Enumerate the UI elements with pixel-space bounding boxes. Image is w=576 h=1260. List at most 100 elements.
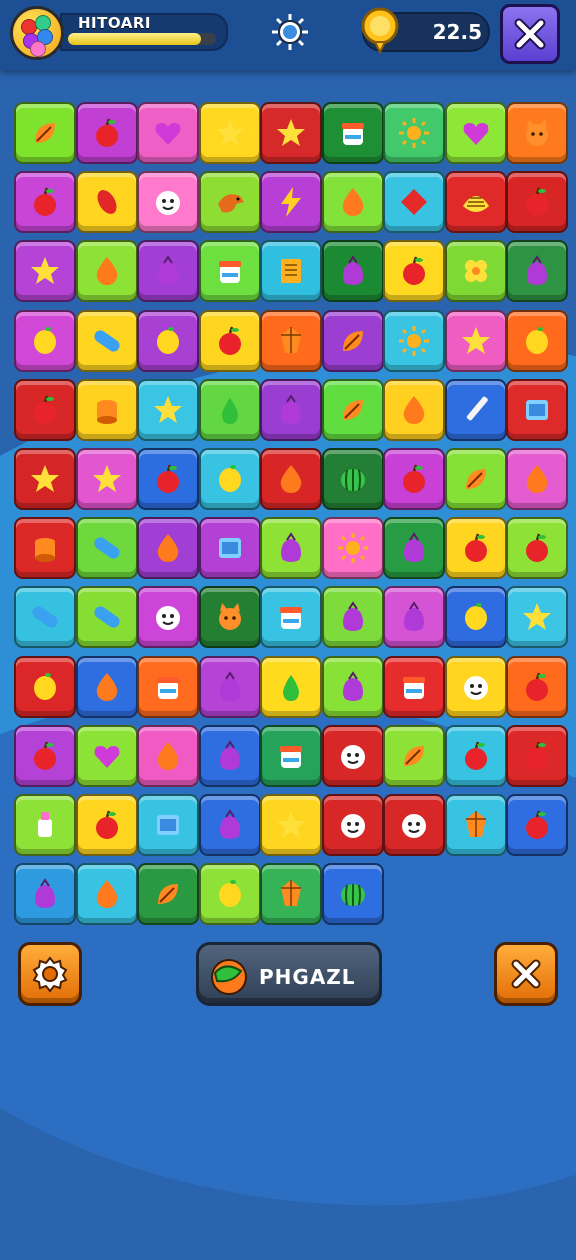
game-tile[interactable] bbox=[260, 102, 322, 164]
game-tile[interactable] bbox=[137, 655, 199, 718]
game-tile[interactable] bbox=[198, 448, 261, 510]
game-tile[interactable] bbox=[75, 724, 138, 787]
game-tile[interactable] bbox=[137, 240, 199, 303]
game-tile[interactable] bbox=[506, 794, 568, 856]
game-tile[interactable] bbox=[137, 102, 199, 164]
game-tile[interactable] bbox=[383, 309, 445, 372]
settings-button[interactable] bbox=[18, 942, 82, 1006]
game-tile[interactable] bbox=[260, 863, 322, 926]
game-tile[interactable] bbox=[260, 586, 322, 649]
game-tile[interactable] bbox=[137, 586, 199, 649]
game-tile[interactable] bbox=[14, 378, 76, 441]
game-tile[interactable] bbox=[506, 586, 568, 649]
game-tile[interactable] bbox=[506, 724, 568, 787]
game-tile[interactable] bbox=[260, 448, 322, 510]
game-tile[interactable] bbox=[506, 517, 568, 580]
game-tile[interactable] bbox=[75, 102, 138, 164]
game-tile[interactable] bbox=[75, 863, 138, 926]
game-tile[interactable] bbox=[75, 586, 138, 649]
game-tile[interactable] bbox=[75, 240, 138, 303]
game-tile[interactable] bbox=[444, 240, 507, 303]
game-tile[interactable] bbox=[14, 794, 76, 856]
game-tile[interactable] bbox=[14, 655, 76, 718]
game-tile[interactable] bbox=[14, 448, 76, 510]
game-tile[interactable] bbox=[14, 102, 76, 164]
game-tile[interactable] bbox=[260, 171, 322, 234]
close-button[interactable] bbox=[500, 4, 560, 64]
game-tile[interactable] bbox=[506, 309, 568, 372]
game-tile[interactable] bbox=[321, 448, 384, 510]
game-tile[interactable] bbox=[260, 309, 322, 372]
game-tile[interactable] bbox=[506, 102, 568, 164]
game-tile[interactable] bbox=[137, 309, 199, 372]
game-tile[interactable] bbox=[75, 309, 138, 372]
game-tile[interactable] bbox=[198, 102, 261, 164]
game-tile[interactable] bbox=[14, 586, 76, 649]
game-tile[interactable] bbox=[260, 378, 322, 441]
hint-button[interactable]: PHGAZL bbox=[196, 942, 382, 1006]
game-tile[interactable] bbox=[75, 378, 138, 441]
game-tile[interactable] bbox=[383, 724, 445, 787]
game-tile[interactable] bbox=[321, 794, 384, 856]
game-tile[interactable] bbox=[321, 517, 384, 580]
game-tile[interactable] bbox=[137, 517, 199, 580]
game-tile[interactable] bbox=[321, 309, 384, 372]
avatar[interactable] bbox=[10, 6, 64, 60]
game-tile[interactable] bbox=[75, 517, 138, 580]
game-tile[interactable] bbox=[75, 794, 138, 856]
game-tile[interactable] bbox=[137, 448, 199, 510]
game-tile[interactable] bbox=[14, 517, 76, 580]
game-tile[interactable] bbox=[506, 378, 568, 441]
game-tile[interactable] bbox=[444, 378, 507, 441]
game-tile[interactable] bbox=[444, 102, 507, 164]
game-tile[interactable] bbox=[198, 517, 261, 580]
game-tile[interactable] bbox=[198, 724, 261, 787]
game-tile[interactable] bbox=[506, 171, 568, 234]
game-tile[interactable] bbox=[137, 863, 199, 926]
game-tile[interactable] bbox=[14, 724, 76, 787]
game-tile[interactable] bbox=[321, 863, 384, 926]
game-tile[interactable] bbox=[383, 655, 445, 718]
game-tile[interactable] bbox=[383, 171, 445, 234]
sun-gear-icon[interactable] bbox=[268, 10, 312, 54]
game-tile[interactable] bbox=[321, 171, 384, 234]
game-tile[interactable] bbox=[506, 240, 568, 303]
game-tile[interactable] bbox=[14, 171, 76, 234]
game-tile[interactable] bbox=[383, 794, 445, 856]
game-tile[interactable] bbox=[444, 517, 507, 580]
game-tile[interactable] bbox=[444, 586, 507, 649]
game-tile[interactable] bbox=[383, 448, 445, 510]
game-tile[interactable] bbox=[260, 517, 322, 580]
game-tile[interactable] bbox=[14, 240, 76, 303]
game-tile[interactable] bbox=[137, 378, 199, 441]
game-tile[interactable] bbox=[383, 240, 445, 303]
game-tile[interactable] bbox=[444, 171, 507, 234]
game-tile[interactable] bbox=[444, 794, 507, 856]
game-tile[interactable] bbox=[137, 171, 199, 234]
game-tile[interactable] bbox=[75, 171, 138, 234]
game-tile[interactable] bbox=[198, 309, 261, 372]
game-tile[interactable] bbox=[321, 240, 384, 303]
game-tile[interactable] bbox=[198, 378, 261, 441]
game-tile[interactable] bbox=[198, 863, 261, 926]
game-tile[interactable] bbox=[260, 655, 322, 718]
game-tile[interactable] bbox=[137, 724, 199, 787]
game-tile[interactable] bbox=[137, 794, 199, 856]
game-tile[interactable] bbox=[198, 655, 261, 718]
game-tile[interactable] bbox=[383, 102, 445, 164]
exit-button[interactable] bbox=[494, 942, 558, 1006]
game-tile[interactable] bbox=[444, 724, 507, 787]
game-tile[interactable] bbox=[383, 378, 445, 441]
game-tile[interactable] bbox=[260, 794, 322, 856]
game-tile[interactable] bbox=[75, 448, 138, 510]
game-tile[interactable] bbox=[260, 724, 322, 787]
game-tile[interactable] bbox=[506, 655, 568, 718]
game-tile[interactable] bbox=[14, 863, 76, 926]
game-tile[interactable] bbox=[321, 102, 384, 164]
game-tile[interactable] bbox=[383, 586, 445, 649]
game-tile[interactable] bbox=[383, 517, 445, 580]
game-tile[interactable] bbox=[321, 586, 384, 649]
game-tile[interactable] bbox=[198, 586, 261, 649]
game-tile[interactable] bbox=[321, 724, 384, 787]
game-tile[interactable] bbox=[198, 240, 261, 303]
